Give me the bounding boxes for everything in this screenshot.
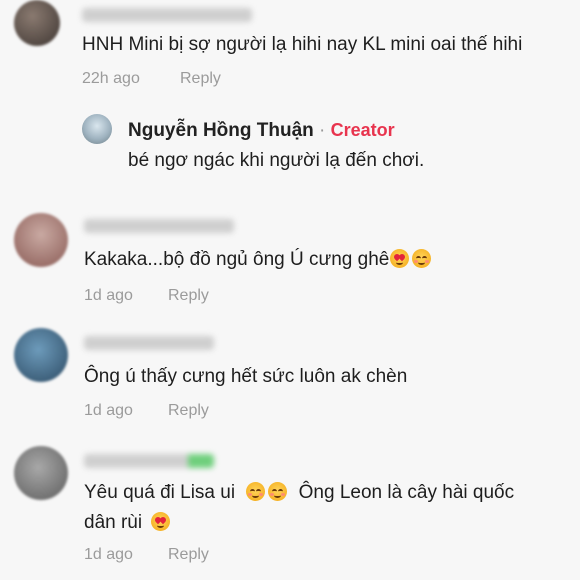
comment-text: HNH Mini bị sợ người lạ hihi nay KL mini… — [82, 34, 523, 55]
creator-name[interactable]: Nguyễn Hồng Thuận — [128, 120, 314, 141]
comment-item: Kakaka...bộ đồ ngủ ông Ú cưng ghê 1d ago… — [0, 205, 580, 305]
comment-item: Yêu quá đi Lisa ui Ông Leon là cây hài q… — [0, 440, 580, 580]
comment-item: HNH Mini bị sợ người lạ hihi nay KL mini… — [0, 0, 580, 100]
comment-text-part-3: dân rùi — [84, 512, 143, 533]
comment-text: Kakaka...bộ đồ ngủ ông Ú cưng ghê — [84, 249, 390, 270]
comment-text: Ông ú thấy cưng hết sức luôn ak chèn — [84, 366, 408, 387]
creator-avatar[interactable] — [82, 114, 112, 144]
blurred-username — [84, 219, 234, 233]
creator-header: Nguyễn Hồng Thuận · Creator — [128, 116, 395, 145]
comment-text-line-2: dân rùi — [84, 508, 171, 538]
reply-button[interactable]: Reply — [180, 70, 221, 88]
comment-text-part-1: Yêu quá đi Lisa ui — [84, 482, 236, 503]
smiling-face-hearts-icon — [390, 249, 410, 268]
avatar[interactable] — [14, 0, 60, 46]
comment-time: 1d ago — [84, 402, 133, 419]
comment-text-line-1: Yêu quá đi Lisa ui Ông Leon là cây hài q… — [84, 478, 514, 508]
comment-item: Ông ú thấy cưng hết sức luôn ak chèn 1d … — [0, 318, 580, 420]
creator-reply-text: bé ngơ ngác khi người lạ đến chơi. — [128, 150, 425, 171]
reply-button[interactable]: Reply — [168, 546, 209, 564]
avatar[interactable] — [14, 446, 68, 500]
smiling-face-hearts-icon — [246, 482, 266, 501]
comment-time: 22h ago — [82, 70, 140, 87]
heart-eyes-icon — [151, 512, 171, 531]
comment-time: 1d ago — [84, 287, 133, 304]
avatar[interactable] — [14, 213, 68, 267]
creator-reply: Nguyễn Hồng Thuận · Creator bé ngơ ngác … — [0, 110, 580, 190]
blurred-username — [84, 336, 214, 350]
smiling-face-hearts-icon — [412, 249, 432, 268]
blurred-username — [82, 8, 252, 22]
avatar[interactable] — [14, 328, 68, 382]
blurred-username — [84, 454, 214, 468]
reply-button[interactable]: Reply — [168, 402, 209, 420]
comment-text-line: Kakaka...bộ đồ ngủ ông Ú cưng ghê — [84, 245, 432, 275]
reply-button[interactable]: Reply — [168, 287, 209, 305]
comment-text-part-2: Ông Leon là cây hài quốc — [298, 482, 515, 503]
smiling-face-hearts-icon — [268, 482, 288, 501]
comment-time: 1d ago — [84, 546, 133, 563]
separator-dot: · — [319, 120, 326, 141]
creator-badge: Creator — [330, 120, 395, 140]
